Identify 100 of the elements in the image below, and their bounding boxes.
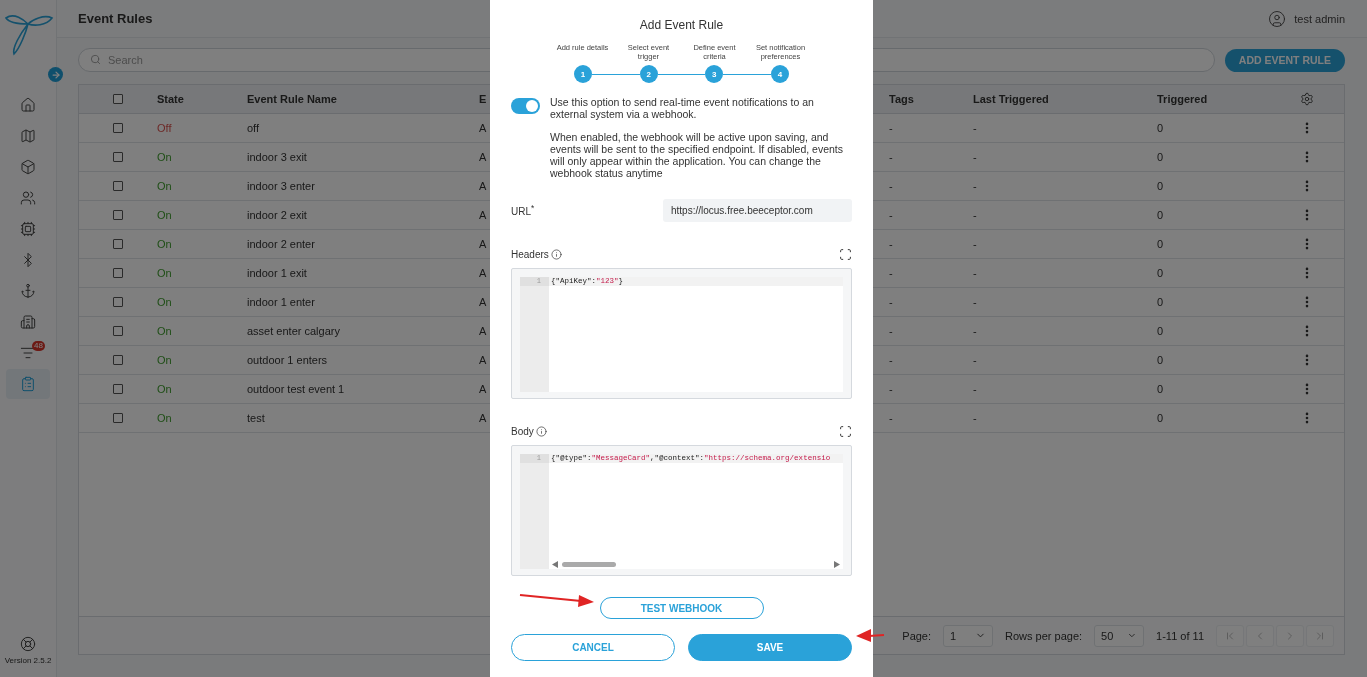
save-button[interactable]: SAVE <box>688 634 852 661</box>
table-cell-text: - <box>972 209 977 221</box>
state-cell-text: On <box>156 412 172 424</box>
arrow-right-icon <box>50 69 61 80</box>
state-cell-text: On <box>156 209 172 221</box>
table-cell-text: - <box>888 267 893 279</box>
horizontal-scrollbar[interactable] <box>549 559 843 569</box>
table-cell-text: A <box>478 267 487 279</box>
row-checkbox[interactable] <box>113 384 123 394</box>
step-number[interactable]: 3 <box>705 65 724 83</box>
table-cell-text: - <box>972 296 977 308</box>
table-cell-text: - <box>972 238 977 250</box>
row-checkbox[interactable] <box>113 152 123 162</box>
settings-icon[interactable] <box>1299 92 1314 106</box>
table-cell-text: 0 <box>1156 180 1164 192</box>
step-number[interactable]: 4 <box>771 65 789 83</box>
info-icon[interactable] <box>550 249 562 260</box>
column-header: E <box>478 93 487 105</box>
row-checkbox[interactable] <box>113 268 123 278</box>
row-checkbox[interactable] <box>113 123 123 133</box>
chip-icon <box>20 221 36 237</box>
table-cell-text: outdoor test event 1 <box>246 383 345 395</box>
state-cell-text: On <box>156 238 172 250</box>
row-checkbox[interactable] <box>113 181 123 191</box>
expand-button[interactable] <box>48 67 63 82</box>
step-number[interactable]: 1 <box>574 65 592 83</box>
table-cell-text: - <box>972 122 977 134</box>
editor-label: Headers <box>511 249 549 260</box>
sidebar-item[interactable]: 48 <box>6 338 50 368</box>
scroll-left-icon[interactable] <box>552 560 558 568</box>
fullscreen-icon[interactable] <box>839 248 852 261</box>
table-cell-text: indoor 2 exit <box>246 209 307 221</box>
people-icon <box>20 190 36 206</box>
table-cell-text: off <box>246 122 260 134</box>
table-cell-text: 0 <box>1156 238 1164 250</box>
table-cell-text: - <box>888 122 893 134</box>
user-avatar-icon[interactable] <box>1268 9 1287 28</box>
table-cell-text: - <box>888 383 893 395</box>
state-cell-text: On <box>156 180 172 192</box>
row-checkbox[interactable] <box>113 210 123 220</box>
rows-per-page-select[interactable]: 50 <box>1094 624 1145 647</box>
table-cell-text: 0 <box>1156 412 1164 424</box>
column-header: Event Rule Name <box>246 93 337 105</box>
column-header: Triggered <box>1156 93 1208 105</box>
table-cell-text: - <box>972 151 977 163</box>
row-checkbox[interactable] <box>113 326 123 336</box>
table-cell-text: A <box>478 122 487 134</box>
page-title: Event Rules <box>78 11 153 26</box>
state-cell-text: On <box>156 296 172 308</box>
step-number[interactable]: 2 <box>639 65 658 83</box>
table-cell-text: A <box>478 151 487 163</box>
help-icon[interactable] <box>20 636 36 652</box>
table-cell-text: - <box>888 238 893 250</box>
table-cell-text: 0 <box>1156 267 1164 279</box>
dialog-title: Add Event Rule <box>638 18 725 32</box>
url-label: URL$^{*}$ <box>511 203 535 218</box>
row-checkbox[interactable] <box>113 413 123 423</box>
row-checkbox[interactable] <box>113 355 123 365</box>
building-icon <box>20 314 36 330</box>
row-checkbox[interactable] <box>113 239 123 249</box>
table-cell-text: indoor 1 enter <box>246 296 315 308</box>
table-cell-text: A <box>478 383 487 395</box>
table-cell-text: - <box>888 151 893 163</box>
cancel-button[interactable]: CANCEL <box>511 634 675 661</box>
table-cell-text: 0 <box>1156 151 1164 163</box>
anchor-icon <box>20 283 36 299</box>
column-header: State <box>156 93 184 105</box>
webhook-toggle[interactable] <box>511 98 540 114</box>
table-cell-text: - <box>888 180 893 192</box>
table-cell-text: - <box>888 412 893 424</box>
test-webhook-button[interactable]: TEST WEBHOOK <box>599 597 764 619</box>
search-icon <box>90 54 101 65</box>
table-cell-text: asset enter calgary <box>246 325 340 337</box>
table-cell-text: - <box>972 180 977 192</box>
table-cell-text: A <box>478 296 487 308</box>
webhook-note: When enabled, the webhook will be active upon saving, and events will be sent to the specified endpoint. If disabled, events will only appear within the application. You can change the webhook status anytime <box>550 131 844 179</box>
column-header: Last Triggered <box>972 93 1049 105</box>
step-connector <box>723 73 771 75</box>
table-cell-text: 0 <box>1156 122 1164 134</box>
select-all-checkbox[interactable] <box>113 94 123 104</box>
table-cell-text: A <box>478 412 487 424</box>
table-cell-text: - <box>972 383 977 395</box>
url-field[interactable]: https://locus.free.beeceptor.com <box>663 199 852 222</box>
cube-icon <box>20 159 36 175</box>
info-icon[interactable] <box>535 426 547 437</box>
table-cell-text: - <box>972 325 977 337</box>
user-name: test admin <box>1294 12 1345 25</box>
column-header: Tags <box>888 93 914 105</box>
table-cell-text: 0 <box>1156 383 1164 395</box>
row-checkbox[interactable] <box>113 297 123 307</box>
table-cell-text: 0 <box>1156 354 1164 366</box>
table-cell-text: indoor 3 exit <box>246 151 307 163</box>
page-select[interactable]: 1 <box>943 624 994 647</box>
add-event-rule-button[interactable]: ADD EVENT RULE <box>1224 48 1345 72</box>
scroll-right-icon[interactable] <box>834 560 840 568</box>
rows-per-page-label: Rows per page: <box>1005 629 1083 642</box>
table-cell-text: test <box>246 412 265 424</box>
fullscreen-icon[interactable] <box>839 425 852 438</box>
table-cell-text: - <box>972 354 977 366</box>
state-cell-text: On <box>156 151 172 163</box>
